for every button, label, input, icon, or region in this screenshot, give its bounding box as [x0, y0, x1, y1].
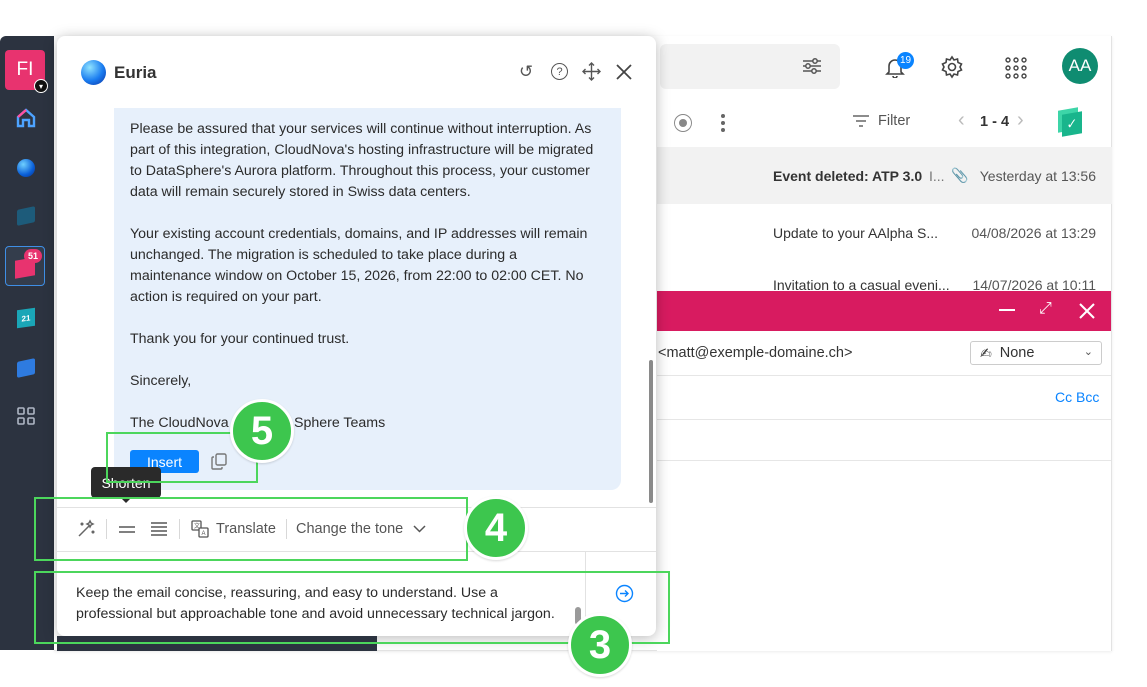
callout-badge-3: 3: [568, 613, 632, 677]
chevron-down-icon: ▾: [34, 79, 48, 93]
euria-logo-icon: [81, 60, 106, 85]
search-filter-icon[interactable]: [802, 57, 822, 80]
calendar-icon[interactable]: 21: [12, 304, 40, 332]
profile-initials: FI: [16, 59, 34, 80]
mail-row-date: 14/07/2026 at 10:11: [972, 277, 1096, 291]
drive-icon[interactable]: [12, 202, 40, 230]
mail-unread-badge: 51: [24, 249, 42, 263]
response-paragraph: Thank you for your continued trust.: [130, 331, 350, 347]
chevron-down-icon: ⌄: [1083, 346, 1093, 358]
grid-apps-icon[interactable]: [12, 402, 40, 430]
select-check-icon[interactable]: ✓: [1058, 107, 1082, 137]
mail-row-subject: Update to your AAlpha S...: [773, 224, 938, 241]
response-paragraph: The CloudNova Sphere Teams: [130, 415, 386, 431]
notifications-button[interactable]: 19: [884, 52, 914, 83]
euria-app-icon[interactable]: [12, 154, 40, 182]
contacts-icon[interactable]: [12, 354, 40, 382]
response-paragraph: Please be assured that your services wil…: [130, 121, 594, 200]
help-icon[interactable]: ?: [551, 63, 568, 80]
mail-app-button[interactable]: 51: [5, 246, 45, 286]
mail-row[interactable]: Invitation to a casual eveni... 14/07/20…: [657, 261, 1112, 291]
callout-badge-4: 4: [464, 496, 528, 560]
minimize-icon[interactable]: [999, 309, 1015, 311]
cc-bcc-link[interactable]: Cc Bcc: [1055, 389, 1099, 405]
pagination-label: 1 - 4: [980, 114, 1010, 130]
response-paragraph: Your existing account credentials, domai…: [130, 226, 588, 305]
compose-header: ⤢: [657, 291, 1111, 331]
response-scrollbar[interactable]: [649, 360, 653, 503]
profile-button[interactable]: FI ▾: [5, 50, 48, 93]
search-bar[interactable]: [660, 44, 840, 89]
mail-row-date: 04/08/2026 at 13:29: [971, 224, 1096, 241]
reset-icon[interactable]: ↺: [519, 62, 533, 82]
notifications-count: 19: [897, 52, 914, 69]
signature-value: None: [999, 345, 1035, 361]
filter-label: Filter: [878, 113, 911, 129]
mail-row[interactable]: Event deleted: ATP 3.0 I... 📎 Yesterday …: [657, 147, 1112, 204]
avatar[interactable]: AA: [1062, 48, 1098, 84]
callout-box-4: [34, 497, 468, 561]
mail-row-date: Yesterday at 13:56: [979, 167, 1096, 184]
prev-page-icon[interactable]: ‹: [958, 109, 965, 132]
callout-badge-5: 5: [230, 399, 294, 463]
panel-title: Euria: [114, 63, 157, 82]
from-address: <matt@exemple-domaine.ch>: [658, 345, 853, 361]
next-page-icon[interactable]: ›: [1017, 109, 1024, 132]
calendar-day: 21: [17, 307, 35, 329]
move-icon[interactable]: [582, 62, 601, 81]
attachment-icon: 📎: [951, 167, 969, 183]
apps-grid-icon[interactable]: [1005, 57, 1027, 84]
filter-button[interactable]: Filter: [852, 113, 910, 129]
mail-row-preview: I...: [929, 167, 945, 184]
spam-icon[interactable]: [674, 114, 692, 132]
filter-icon: [853, 115, 869, 127]
response-paragraph: Sincerely,: [130, 373, 192, 389]
screen: FI ▾ 51 21 19 AA Filter ‹ 1 - 4 › ✓ Even…: [0, 0, 1147, 687]
more-options-icon[interactable]: [721, 114, 725, 132]
mail-row-subject: Invitation to a casual eveni...: [773, 277, 950, 291]
expand-icon[interactable]: ⤢: [1039, 300, 1052, 318]
home-icon[interactable]: [12, 104, 40, 132]
compose-body: <matt@exemple-domaine.ch> ✍ None ⌄ Cc Bc…: [657, 331, 1111, 651]
signature-select[interactable]: ✍ None ⌄: [970, 341, 1102, 365]
mail-row[interactable]: Update to your AAlpha S... 04/08/2026 at…: [657, 204, 1112, 261]
signature-icon: ✍: [980, 344, 992, 361]
close-panel-icon[interactable]: [615, 63, 633, 81]
settings-gear-icon[interactable]: [940, 55, 964, 84]
close-compose-icon[interactable]: [1078, 302, 1096, 320]
mail-row-subject: Event deleted: ATP 3.0: [773, 167, 923, 184]
